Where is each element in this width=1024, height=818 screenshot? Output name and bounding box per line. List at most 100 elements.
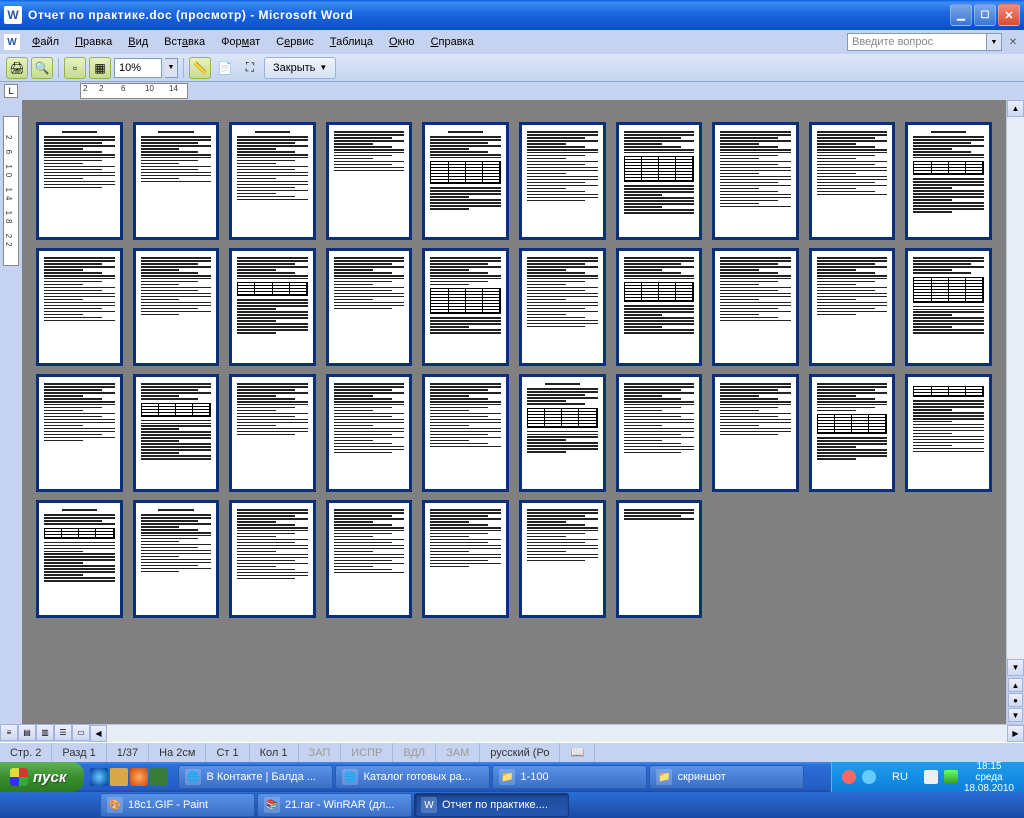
page-thumbnail[interactable] <box>519 248 606 366</box>
word-mdi-icon[interactable]: W <box>4 34 20 50</box>
status-ext-selection[interactable]: ВДЛ <box>393 743 436 762</box>
page-thumbnail[interactable] <box>712 122 799 240</box>
status-page[interactable]: Стр. 2 <box>0 743 52 762</box>
page-thumbnail[interactable] <box>519 374 606 492</box>
print-layout-button[interactable]: ▥ <box>36 724 54 741</box>
page-thumbnail[interactable] <box>133 248 220 366</box>
page-thumbnail[interactable] <box>616 500 703 618</box>
horizontal-ruler[interactable]: 2 2 6 10 14 <box>80 83 188 99</box>
page-thumbnail[interactable] <box>422 248 509 366</box>
quicklaunch-ie-icon[interactable] <box>90 768 108 786</box>
menu-insert[interactable]: Вставка <box>156 34 213 50</box>
page-thumbnail[interactable] <box>229 248 316 366</box>
vertical-ruler[interactable]: 2 6 10 14 18 22 <box>3 116 19 266</box>
quicklaunch-media-icon[interactable] <box>130 768 148 786</box>
close-window-button[interactable] <box>998 4 1020 26</box>
horizontal-scrollbar[interactable]: ◀ ▶ <box>90 724 1024 742</box>
page-thumbnail[interactable] <box>519 500 606 618</box>
page-thumbnail[interactable] <box>326 374 413 492</box>
quicklaunch-desktop-icon[interactable] <box>110 768 128 786</box>
taskbar-task[interactable]: 🌐Каталог готовых ра... <box>335 765 490 789</box>
page-thumbnail[interactable] <box>133 374 220 492</box>
scroll-right-button[interactable]: ▶ <box>1007 725 1024 742</box>
vertical-scrollbar[interactable]: ▲ ▼ ▲ ● ▼ <box>1006 100 1024 724</box>
fullscreen-button[interactable]: ⛶ <box>239 57 261 79</box>
menu-edit[interactable]: Правка <box>67 34 120 50</box>
page-thumbnail[interactable] <box>36 374 123 492</box>
one-page-button[interactable]: ▫ <box>64 57 86 79</box>
preview-canvas[interactable] <box>22 100 1006 724</box>
status-overtype[interactable]: ЗАМ <box>436 743 480 762</box>
menu-format[interactable]: Формат <box>213 34 268 50</box>
page-thumbnail[interactable] <box>616 248 703 366</box>
scroll-up-button[interactable]: ▲ <box>1007 100 1024 117</box>
shrink-to-fit-button[interactable]: 📄 <box>214 57 236 79</box>
start-button[interactable]: пуск <box>0 762 84 792</box>
menu-view[interactable]: Вид <box>120 34 156 50</box>
taskbar-task[interactable]: WОтчет по практике.... <box>414 793 569 817</box>
minimize-button[interactable] <box>950 4 972 26</box>
zoom-combo[interactable]: 10% <box>114 58 162 78</box>
page-thumbnail[interactable] <box>519 122 606 240</box>
mdi-close-button[interactable]: ✕ <box>1006 35 1020 49</box>
next-page-button[interactable]: ▼ <box>1008 708 1023 722</box>
page-thumbnail[interactable] <box>809 248 896 366</box>
page-thumbnail[interactable] <box>905 374 992 492</box>
tray-clock[interactable]: 18:15среда18.08.2010 <box>964 761 1014 794</box>
help-question-dropdown[interactable]: ▼ <box>987 33 1002 51</box>
status-spellcheck-icon[interactable]: 📖 <box>560 743 595 762</box>
taskbar-task[interactable]: 📁1-100 <box>492 765 647 789</box>
page-thumbnail[interactable] <box>905 248 992 366</box>
page-thumbnail[interactable] <box>422 500 509 618</box>
multi-page-button[interactable]: ▦ <box>89 57 111 79</box>
taskbar-task[interactable]: 📚21.rar - WinRAR (дл... <box>257 793 412 817</box>
tab-selector[interactable]: L <box>4 84 18 98</box>
page-thumbnail[interactable] <box>712 248 799 366</box>
page-thumbnail[interactable] <box>422 122 509 240</box>
status-rec[interactable]: ЗАП <box>299 743 342 762</box>
tray-volume-icon[interactable] <box>924 770 938 784</box>
page-thumbnail[interactable] <box>229 374 316 492</box>
print-button[interactable]: 🖨 <box>6 57 28 79</box>
quicklaunch-app-icon[interactable] <box>150 768 168 786</box>
scroll-down-button[interactable]: ▼ <box>1007 659 1024 676</box>
page-thumbnail[interactable] <box>229 122 316 240</box>
taskbar-task[interactable]: 🎨18c1.GIF - Paint <box>100 793 255 817</box>
menu-tools[interactable]: Сервис <box>268 34 322 50</box>
prev-page-button[interactable]: ▲ <box>1008 678 1023 692</box>
tray-icon[interactable] <box>862 770 876 784</box>
tray-network-icon[interactable] <box>944 770 958 784</box>
page-thumbnail[interactable] <box>326 248 413 366</box>
page-thumbnail[interactable] <box>809 374 896 492</box>
zoom-dropdown[interactable]: ▼ <box>165 58 178 78</box>
language-indicator[interactable]: RU <box>882 771 918 783</box>
page-thumbnail[interactable] <box>36 122 123 240</box>
scroll-left-button[interactable]: ◀ <box>90 725 107 742</box>
ruler-toggle-button[interactable]: 📏 <box>189 57 211 79</box>
menu-help[interactable]: Справка <box>423 34 482 50</box>
maximize-button[interactable] <box>974 4 996 26</box>
page-thumbnail[interactable] <box>616 122 703 240</box>
menu-window[interactable]: Окно <box>381 34 423 50</box>
menu-file[interactable]: Файл <box>24 34 67 50</box>
outline-view-button[interactable]: ☰ <box>54 724 72 741</box>
status-page-count[interactable]: 1/37 <box>107 743 149 762</box>
page-thumbnail[interactable] <box>809 122 896 240</box>
reading-view-button[interactable]: ▭ <box>72 724 90 741</box>
magnifier-button[interactable]: 🔍 <box>31 57 53 79</box>
page-thumbnail[interactable] <box>133 500 220 618</box>
page-thumbnail[interactable] <box>229 500 316 618</box>
normal-view-button[interactable]: ≡ <box>0 724 18 741</box>
system-tray[interactable]: RU 18:15среда18.08.2010 <box>831 762 1024 792</box>
browse-object-button[interactable]: ● <box>1008 693 1023 707</box>
page-thumbnail[interactable] <box>712 374 799 492</box>
taskbar-task[interactable]: 📁скриншот <box>649 765 804 789</box>
web-view-button[interactable]: ▤ <box>18 724 36 741</box>
page-thumbnail[interactable] <box>326 500 413 618</box>
taskbar-task[interactable]: 🌐В Контакте | Балда ... <box>178 765 333 789</box>
page-thumbnail[interactable] <box>616 374 703 492</box>
page-thumbnail[interactable] <box>326 122 413 240</box>
page-thumbnail[interactable] <box>36 500 123 618</box>
help-question-box[interactable]: Введите вопрос <box>847 33 987 51</box>
close-preview-button[interactable]: Закрыть▼ <box>264 57 336 79</box>
